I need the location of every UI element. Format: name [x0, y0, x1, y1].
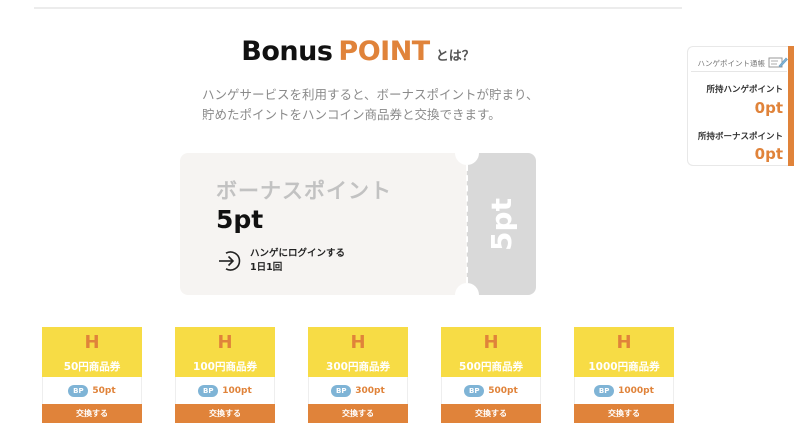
condition-line-2: 1日1回: [250, 262, 283, 273]
point-passbook-widget[interactable]: ハンゲポイント通帳 所持ハンゲポイント 0pt 所持ボーナスポイント 0pt: [687, 46, 791, 166]
voucher-cost: BP 50pt: [42, 377, 142, 404]
exchange-button[interactable]: 交換する: [308, 404, 408, 423]
bonus-point-label: 所持ボーナスポイント: [697, 132, 783, 142]
top-divider: [34, 7, 682, 9]
description-line-2: 貯めたポイントをハンコイン商品券と交換できます。: [202, 107, 501, 122]
exchange-button[interactable]: 交換する: [441, 404, 541, 423]
bonus-point-value: 0pt: [754, 145, 783, 163]
voucher-cost: BP 100pt: [175, 377, 275, 404]
ticket-condition-text: ハンゲにログインする 1日1回: [250, 247, 345, 275]
voucher-points: 50pt: [92, 385, 116, 396]
exchange-button[interactable]: 交換する: [175, 404, 275, 423]
bp-badge-icon: BP: [464, 384, 485, 397]
voucher-name: 100円商品券: [193, 361, 257, 373]
voucher-points: 100pt: [222, 385, 252, 396]
voucher-points: 500pt: [488, 385, 518, 396]
bp-badge-icon: BP: [68, 384, 89, 397]
voucher-card-500: H 500円商品券 BP 500pt 交換する: [441, 327, 541, 423]
bp-badge-icon: BP: [198, 384, 219, 397]
ticket-label: ボーナスポイント: [216, 179, 392, 203]
voucher-name: 300円商品券: [326, 361, 390, 373]
voucher-name: 50円商品券: [63, 361, 121, 373]
voucher-name: 500円商品券: [459, 361, 523, 373]
voucher-points: 300pt: [355, 385, 385, 396]
description-line-1: ハンゲサービスを利用すると、ボーナスポイントが貯まり、: [202, 87, 539, 102]
ticket-stub-value: 5pt: [484, 197, 518, 251]
voucher-cost: BP 500pt: [441, 377, 541, 404]
voucher-name: 1000円商品券: [588, 361, 660, 373]
bp-badge-icon: BP: [594, 384, 615, 397]
hange-point-label: 所持ハンゲポイント: [706, 85, 783, 95]
hangame-h-icon: H: [217, 332, 233, 353]
voucher-card-1000: H 1000円商品券 BP 1000pt 交換する: [574, 327, 674, 423]
title-word-point: POINT: [338, 36, 430, 67]
voucher-card-100: H 100円商品券 BP 100pt 交換する: [175, 327, 275, 423]
hangame-h-icon: H: [350, 332, 366, 353]
page-title: Bonus POINT とは？: [0, 36, 716, 67]
voucher-cost: BP 300pt: [308, 377, 408, 404]
title-suffix: とは？: [435, 49, 475, 64]
bonus-ticket: ボーナスポイント 5pt ハンゲにログインする 1日1回 5pt: [180, 141, 536, 307]
bp-badge-icon: BP: [331, 384, 352, 397]
ticket-stub-text: 5pt: [467, 153, 536, 295]
passbook-divider: [691, 71, 787, 72]
login-arrow-icon: [216, 248, 242, 274]
hangame-h-icon: H: [483, 332, 499, 353]
ticket-amount: 5pt: [216, 205, 264, 234]
page-description: ハンゲサービスを利用すると、ボーナスポイントが貯まり、 貯めたポイントをハンコイ…: [202, 85, 602, 125]
voucher-card-300: H 300円商品券 BP 300pt 交換する: [308, 327, 408, 423]
title-word-bonus: Bonus: [241, 36, 333, 67]
voucher-points: 1000pt: [618, 385, 654, 396]
voucher-card-50: H 50円商品券 BP 50pt 交換する: [42, 327, 142, 423]
passbook-header-text: ハンゲポイント通帳: [697, 59, 766, 68]
ticket-condition: ハンゲにログインする 1日1回: [216, 247, 345, 275]
passbook-accent-bar: [788, 46, 794, 166]
voucher-cost: BP 1000pt: [574, 377, 674, 404]
hangame-h-icon: H: [616, 332, 632, 353]
exchange-button[interactable]: 交換する: [574, 404, 674, 423]
exchange-button[interactable]: 交換する: [42, 404, 142, 423]
condition-line-1: ハンゲにログインする: [250, 248, 346, 259]
hangame-h-icon: H: [84, 332, 100, 353]
hange-point-value: 0pt: [754, 99, 783, 117]
